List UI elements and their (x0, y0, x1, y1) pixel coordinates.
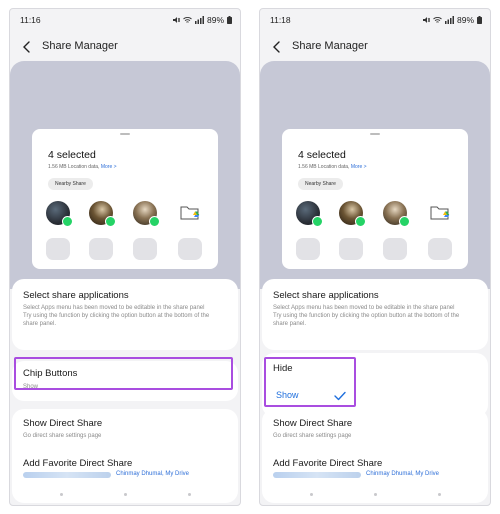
show-direct-share-title[interactable]: Show Direct Share (273, 418, 352, 429)
selected-count: 4 selected (298, 149, 346, 161)
contact-avatar (89, 201, 116, 227)
phone-screenshot-left: 11:16 89% Share Manager 4 selected 1.56 … (9, 8, 241, 506)
signal-icon (194, 16, 204, 24)
back-arrow-icon[interactable] (20, 40, 34, 54)
whatsapp-icon (105, 216, 116, 227)
wifi-icon (183, 17, 192, 23)
add-favorite-direct-share-title[interactable]: Add Favorite Direct Share (273, 458, 382, 469)
share-sheet-preview: 4 selected 1.56 MB Location data, More >… (32, 129, 218, 269)
nav-recents[interactable] (60, 493, 63, 496)
selection-details: 1.56 MB Location data, More > (298, 164, 367, 170)
sheet-handle (370, 133, 380, 135)
status-time: 11:16 (20, 15, 41, 25)
selection-details: 1.56 MB Location data, More > (48, 164, 117, 170)
folder-drive-icon (180, 206, 200, 220)
show-direct-share-sub: Go direct share settings page (273, 433, 352, 439)
whatsapp-icon (149, 216, 160, 227)
app-header: Share Manager (10, 37, 240, 59)
select-share-apps-card[interactable]: Select share applications Select Apps me… (12, 279, 238, 350)
folder-drive-icon (430, 206, 450, 220)
nav-home[interactable] (374, 493, 377, 496)
status-icons: 89% (172, 15, 232, 25)
page-title: Share Manager (292, 40, 368, 52)
status-time: 11:18 (270, 15, 291, 25)
whatsapp-icon (355, 216, 366, 227)
app-placeholder (296, 238, 320, 260)
nav-recents[interactable] (310, 493, 313, 496)
battery-percent: 89% (206, 15, 224, 25)
select-share-apps-description: Select Apps menu has been moved to be ed… (23, 305, 210, 327)
show-direct-share-title[interactable]: Show Direct Share (23, 418, 102, 429)
phone-screenshot-right: 11:18 89% Share Manager 4 selected 1.56 … (259, 8, 491, 506)
status-bar: 11:16 89% (20, 15, 232, 27)
share-sheet-preview: 4 selected 1.56 MB Location data, More >… (282, 129, 468, 269)
battery-icon (227, 16, 232, 24)
favorite-direct-share-targets: Chinmay Dhumal, My Drive (116, 471, 190, 477)
app-placeholder (178, 238, 202, 260)
contact-avatar (133, 201, 160, 227)
navigation-bar (260, 493, 490, 497)
whatsapp-icon (62, 216, 73, 227)
blurred-contacts (273, 472, 361, 478)
sheet-handle (120, 133, 130, 135)
whatsapp-icon (312, 216, 323, 227)
back-arrow-icon[interactable] (270, 40, 284, 54)
selected-count: 4 selected (48, 149, 96, 161)
signal-icon (444, 16, 454, 24)
select-share-apps-title: Select share applications (273, 290, 379, 301)
more-link: More > (100, 164, 117, 170)
page-title: Share Manager (42, 40, 118, 52)
whatsapp-icon (399, 216, 410, 227)
contact-avatar (383, 201, 410, 227)
app-placeholder (133, 238, 157, 260)
blurred-contacts (23, 472, 111, 478)
nearby-share-chip: Nearby Share (48, 178, 93, 190)
contact-avatar (296, 201, 323, 227)
nav-home[interactable] (124, 493, 127, 496)
navigation-bar (10, 493, 240, 497)
app-placeholder (46, 238, 70, 260)
select-share-apps-title: Select share applications (23, 290, 129, 301)
app-placeholder (428, 238, 452, 260)
select-share-apps-card[interactable]: Select share applications Select Apps me… (262, 279, 488, 350)
app-placeholder (339, 238, 363, 260)
highlight-box (264, 357, 356, 407)
selection-size: 1.56 MB Location data, (298, 164, 350, 170)
wifi-icon (433, 17, 442, 23)
selection-size: 1.56 MB Location data, (48, 164, 100, 170)
mute-icon (172, 17, 180, 23)
direct-share-card: Show Direct Share Go direct share settin… (262, 409, 488, 503)
app-placeholder (383, 238, 407, 260)
show-direct-share-sub: Go direct share settings page (23, 433, 102, 439)
highlight-box (14, 357, 233, 390)
contact-avatar (46, 201, 73, 227)
status-icons: 89% (422, 15, 482, 25)
nav-back[interactable] (438, 493, 441, 496)
battery-percent: 89% (456, 15, 474, 25)
favorite-direct-share-targets: Chinmay Dhumal, My Drive (366, 471, 440, 477)
nearby-share-chip: Nearby Share (298, 178, 343, 190)
add-favorite-direct-share-title[interactable]: Add Favorite Direct Share (23, 458, 132, 469)
mute-icon (422, 17, 430, 23)
app-placeholder (89, 238, 113, 260)
nav-back[interactable] (188, 493, 191, 496)
contact-avatar (339, 201, 366, 227)
direct-share-card: Show Direct Share Go direct share settin… (12, 409, 238, 503)
battery-icon (477, 16, 482, 24)
more-link: More > (350, 164, 367, 170)
select-share-apps-description: Select Apps menu has been moved to be ed… (273, 305, 460, 327)
status-bar: 11:18 89% (270, 15, 482, 27)
app-header: Share Manager (260, 37, 490, 59)
